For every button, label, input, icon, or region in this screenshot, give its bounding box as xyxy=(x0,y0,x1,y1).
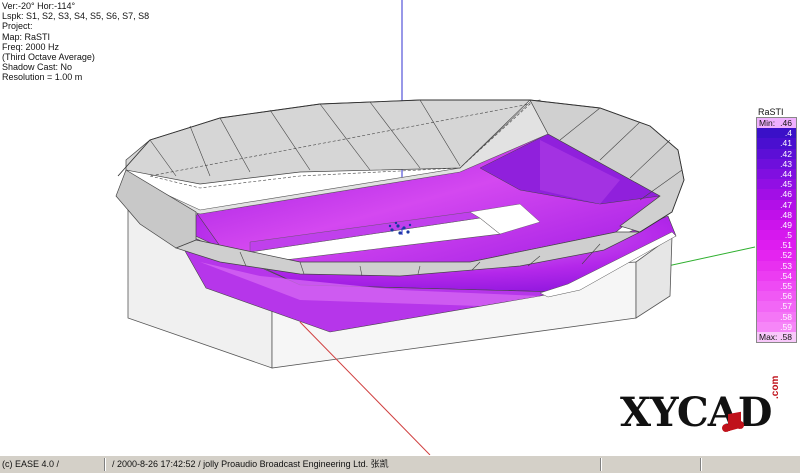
legend-row-value: .4 xyxy=(784,128,792,139)
legend-row-label: Min: xyxy=(759,118,776,128)
xycad-logo: XYCAD .com xyxy=(616,376,798,443)
legend-row: .55 xyxy=(757,281,796,292)
status-separator xyxy=(600,458,602,471)
legend-row: .44 xyxy=(757,168,796,180)
legend-row: .51 xyxy=(757,240,796,251)
legend-row: .56 xyxy=(757,291,796,302)
info-line: Resolution = 1.00 m xyxy=(2,72,83,83)
legend-row: .41 xyxy=(757,138,796,149)
status-bar: (c) EASE 4.0 / / 2000-8-26 17:42:52 / jo… xyxy=(0,455,800,473)
view-info-panel: Ver:-20° Hor:-114° Lspk: S1, S2, S3, S4, … xyxy=(2,1,149,83)
3d-viewport[interactable]: Ver:-20° Hor:-114° Lspk: S1, S2, S3, S4, … xyxy=(0,0,800,455)
rasti-legend: RaSTI Min: .46.4.41.42.43.44.45.46.47.48.… xyxy=(756,107,797,344)
legend-row-value: .42 xyxy=(780,148,792,159)
legend-row-value: .56 xyxy=(780,291,792,302)
legend-row-value: .53 xyxy=(780,260,792,271)
legend-row: .59 xyxy=(757,321,796,332)
legend-row: .42 xyxy=(757,148,796,159)
legend-row-value: .57 xyxy=(780,301,792,312)
legend-row-value: .58 xyxy=(780,311,792,322)
legend-row-value: .5 xyxy=(784,230,792,241)
legend-row-value: .48 xyxy=(780,209,792,220)
status-copyright: (c) EASE 4.0 / xyxy=(2,459,60,469)
logo-domain: .com xyxy=(770,375,781,399)
info-line: Freq: 2000 Hz xyxy=(2,41,60,52)
legend-row: Min: .46 xyxy=(757,118,796,129)
legend-row: .57 xyxy=(757,301,796,312)
legend-row-value: .46 xyxy=(780,189,792,200)
legend-row: .53 xyxy=(757,260,796,271)
legend-row: .52 xyxy=(757,250,796,261)
legend-row-value: .45 xyxy=(780,179,792,190)
legend-row-value: .43 xyxy=(780,158,792,169)
legend-row: .58 xyxy=(757,311,796,322)
legend-row-value: .54 xyxy=(780,270,792,281)
legend-row-value: .52 xyxy=(780,250,792,261)
status-separator xyxy=(700,458,702,471)
status-separator xyxy=(104,458,106,471)
legend-row: .5 xyxy=(757,230,796,241)
legend-row: .47 xyxy=(757,199,796,210)
legend-row-value: .41 xyxy=(780,138,792,149)
info-line: Lspk: S1, S2, S3, S4, S5, S6, S7, S8 xyxy=(2,11,150,22)
info-line: (Third Octave Average) xyxy=(2,52,95,63)
info-line: Map: RaSTI xyxy=(2,31,51,42)
legend-scale: Min: .46.4.41.42.43.44.45.46.47.48.49.5.5… xyxy=(756,117,797,344)
info-line: Ver:-20° Hor:-114° xyxy=(2,1,76,11)
legend-row: .49 xyxy=(757,219,796,231)
music-note-icon xyxy=(722,411,745,432)
legend-row: Max: .58 xyxy=(757,331,796,343)
status-timestamp: / 2000-8-26 17:42:52 / jolly Proaudio Br… xyxy=(112,459,389,469)
legend-row-value: .55 xyxy=(780,281,792,291)
legend-row-value: .47 xyxy=(780,199,792,210)
info-line: Shadow Cast: No xyxy=(2,62,73,73)
legend-row-label: Max: xyxy=(759,331,778,342)
legend-row-value: .46 xyxy=(780,118,792,128)
logo-text: XYCAD xyxy=(620,389,772,436)
legend-row-value: .58 xyxy=(780,331,792,342)
info-line: Project: xyxy=(2,21,33,32)
legend-title: RaSTI xyxy=(758,107,784,117)
legend-row: .43 xyxy=(757,158,796,169)
legend-row: .45 xyxy=(757,179,796,190)
legend-row-value: .49 xyxy=(780,219,792,230)
legend-row-value: .59 xyxy=(780,321,792,332)
legend-row: .54 xyxy=(757,270,796,281)
legend-row-value: .51 xyxy=(780,240,792,251)
legend-row: .48 xyxy=(757,209,796,220)
legend-row: .46 xyxy=(757,189,796,200)
legend-row: .4 xyxy=(757,128,796,139)
legend-row-value: .44 xyxy=(780,168,792,179)
